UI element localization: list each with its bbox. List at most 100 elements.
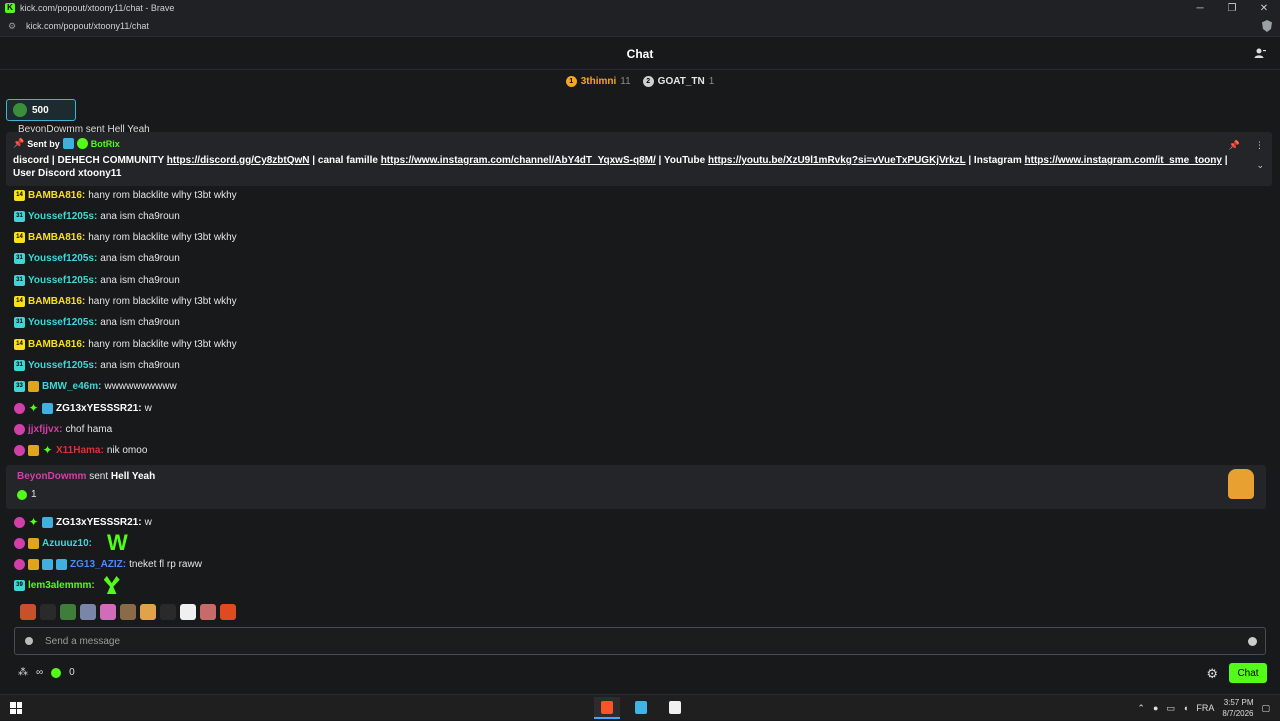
maximize-icon[interactable]: ❐ — [1216, 0, 1248, 16]
chat-username[interactable]: BAMBA816: — [28, 296, 85, 307]
chat-message[interactable]: 31 Youssef1205s: ana ism cha9roun — [14, 271, 180, 289]
chat-username[interactable]: ZG13xYESSSR21: — [56, 403, 142, 414]
message-input[interactable] — [45, 635, 1205, 647]
chat-username[interactable]: Youssef1205s: — [28, 360, 97, 371]
gift-event-card: BeyonDowmm sent Hell Yeah 1 — [6, 465, 1266, 509]
chat-message[interactable]: ✦ ZG13xYESSSR21: w — [14, 399, 152, 417]
message-input-box[interactable] — [14, 627, 1266, 655]
gift-badge-icon — [42, 558, 53, 570]
chat-username[interactable]: jjxfjjvx: — [28, 424, 62, 435]
chat-username[interactable]: Azuuuz10: — [42, 538, 92, 549]
chat-message[interactable]: jjxfjjvx: chof hama — [14, 420, 112, 438]
emoji-icon[interactable] — [1248, 637, 1257, 646]
chat-message[interactable]: 14 BAMBA816: hany rom blacklite wlhy t3bt … — [14, 335, 237, 353]
pinned-sent-by: 📌 Sent by BotRix — [13, 138, 1265, 149]
chat-message[interactable]: ✦ ZG13xYESSSR21: w — [14, 513, 152, 531]
chat-username[interactable]: BAMBA816: — [28, 232, 85, 243]
windows-start-icon[interactable] — [10, 702, 22, 714]
app-taskbar-icon[interactable] — [628, 697, 654, 719]
chat-text: W — [107, 530, 128, 555]
chat-username[interactable]: lem3alemmm: — [28, 580, 95, 591]
brave-taskbar-icon[interactable] — [594, 697, 620, 719]
chevron-up-icon[interactable]: ⌃ — [1137, 703, 1145, 714]
unpin-icon[interactable]: 📌 — [1229, 140, 1240, 151]
pinned-link[interactable]: https://www.instagram.com/it_sme_toony — [1025, 155, 1222, 166]
volume-icon[interactable]: ◖ — [1183, 703, 1188, 713]
pinned-text-segment: discord | DEHECH COMMUNITY — [13, 155, 167, 166]
pinned-text: discord | DEHECH COMMUNITY https://disco… — [13, 154, 1248, 180]
settings-icon[interactable]: ⚙ — [1206, 666, 1218, 682]
chat-text: ana ism cha9roun — [100, 253, 180, 265]
user-list-icon[interactable] — [1254, 47, 1266, 59]
pinned-link[interactable]: https://youtu.be/XzU9l1mRvkg?si=vVueTxPU… — [708, 155, 966, 166]
subscriber-badge-icon: 39 — [14, 579, 25, 591]
language-indicator[interactable]: FRA — [1196, 703, 1214, 713]
gift-sender[interactable]: BeyonDowmm — [17, 471, 86, 482]
verified-badge-icon — [76, 138, 88, 149]
chat-message[interactable]: Azuuuz10: W — [14, 530, 128, 555]
minimize-icon[interactable]: ─ — [1184, 0, 1216, 16]
emote-icon — [220, 604, 236, 620]
leaderboard-entry[interactable]: 2 GOAT_TN 1 — [642, 75, 714, 87]
chat-username[interactable]: ZG13_AZIZ: — [70, 559, 126, 570]
leaderboard-username[interactable]: 3thimni — [581, 76, 617, 87]
chat-message[interactable]: 31 Youssef1205s: ana ism cha9roun — [14, 356, 180, 374]
sparkle-badge-icon: ✦ — [28, 514, 39, 529]
site-settings-icon[interactable]: ⚙ — [8, 21, 18, 32]
chat-message[interactable]: 39 lem3alemmm: — [14, 576, 120, 594]
pinned-text-segment: | YouTube — [655, 155, 708, 166]
leaderboard-username[interactable]: GOAT_TN — [658, 76, 705, 87]
chat-message[interactable]: 31 Youssef1205s: ana ism cha9roun — [14, 314, 180, 332]
notifications-icon[interactable]: ▢ — [1261, 703, 1270, 714]
chat-username[interactable]: Youssef1205s: — [28, 253, 97, 264]
pinned-message[interactable]: 📌 Sent by BotRix discord | DEHECH COMMUN… — [6, 132, 1272, 186]
chat-username[interactable]: BAMBA816: — [28, 190, 85, 201]
chat-username[interactable]: ZG13xYESSSR21: — [56, 517, 142, 528]
subscriber-badge-icon: 14 — [14, 338, 25, 350]
chat-message[interactable]: ZG13_AZIZ: tneket fl rp raww — [14, 555, 202, 573]
pinned-link[interactable]: https://www.instagram.com/channel/AbY4dT… — [381, 155, 656, 166]
chat-message[interactable]: 14 BAMBA816: hany rom blacklite wlhy t3bt … — [14, 229, 237, 247]
microphone-icon[interactable]: ● — [1153, 703, 1158, 713]
more-options-icon[interactable]: ⋮ — [1255, 140, 1264, 151]
address-bar[interactable]: ⚙ kick.com/popout/xtoony11/chat — [0, 16, 1280, 37]
chat-message[interactable]: ✦ X11Hama: nik omoo — [14, 442, 147, 460]
chat-username[interactable]: BAMBA816: — [28, 339, 85, 350]
chat-message[interactable]: 31 Youssef1205s: ana ism cha9roun — [14, 207, 180, 225]
rank-badge-icon: 2 — [642, 75, 654, 87]
pinned-link[interactable]: https://discord.gg/Cy8zbtQwN — [167, 155, 310, 166]
chat-text: hany rom blacklite wlhy t3bt wkhy — [88, 232, 237, 244]
chat-message[interactable]: 14 BAMBA816: hany rom blacklite wlhy t3bt … — [14, 293, 237, 311]
emote-icon — [140, 604, 156, 620]
emote-icon — [60, 604, 76, 620]
leaderboard-entry[interactable]: 1 3thimni 11 — [565, 75, 631, 87]
chat-message[interactable]: 31 Youssef1205s: ana ism cha9roun — [14, 250, 180, 268]
chat-mode-icon[interactable] — [25, 637, 33, 645]
send-chat-button[interactable]: Chat — [1229, 663, 1267, 683]
brave-shield-icon[interactable] — [1262, 20, 1272, 32]
chat-message[interactable]: 14 BAMBA816: hany rom blacklite wlhy t3bt … — [14, 186, 237, 204]
chat-footer: ⁂ ∞ 0 ⚙ Chat — [0, 662, 1280, 686]
network-icon[interactable]: ▭ — [1166, 703, 1175, 714]
crown-badge-icon — [28, 445, 39, 457]
kick-points-icon[interactable] — [51, 667, 62, 678]
chat-username[interactable]: Youssef1205s: — [28, 275, 97, 286]
clock[interactable]: 3:57 PM 8/7/2026 — [1222, 697, 1253, 719]
chat-username[interactable]: BMW_e46m: — [42, 381, 101, 392]
chat-username[interactable]: Youssef1205s: — [28, 211, 97, 222]
chevron-down-icon[interactable]: ⌄ — [1256, 160, 1264, 171]
bot-name[interactable]: BotRix — [91, 139, 120, 149]
crown-badge-icon — [28, 381, 39, 393]
url-text[interactable]: kick.com/popout/xtoony11/chat — [26, 21, 149, 31]
gift-pill[interactable]: 500 — [6, 99, 76, 121]
notepad-taskbar-icon[interactable] — [662, 697, 688, 719]
sparkle-badge-icon: ✦ — [28, 400, 39, 415]
subscriber-badge-icon: 31 — [14, 317, 25, 329]
chat-message[interactable]: 33 BMW_e46m: wwwwwwwwww — [14, 378, 177, 396]
chat-username[interactable]: X11Hama: — [56, 445, 104, 456]
close-icon[interactable]: ✕ — [1248, 0, 1280, 16]
chat-text: chof hama — [65, 423, 113, 435]
channel-points-icon[interactable]: ⁂ — [18, 667, 28, 678]
avatar — [13, 103, 27, 117]
chat-username[interactable]: Youssef1205s: — [28, 317, 97, 328]
